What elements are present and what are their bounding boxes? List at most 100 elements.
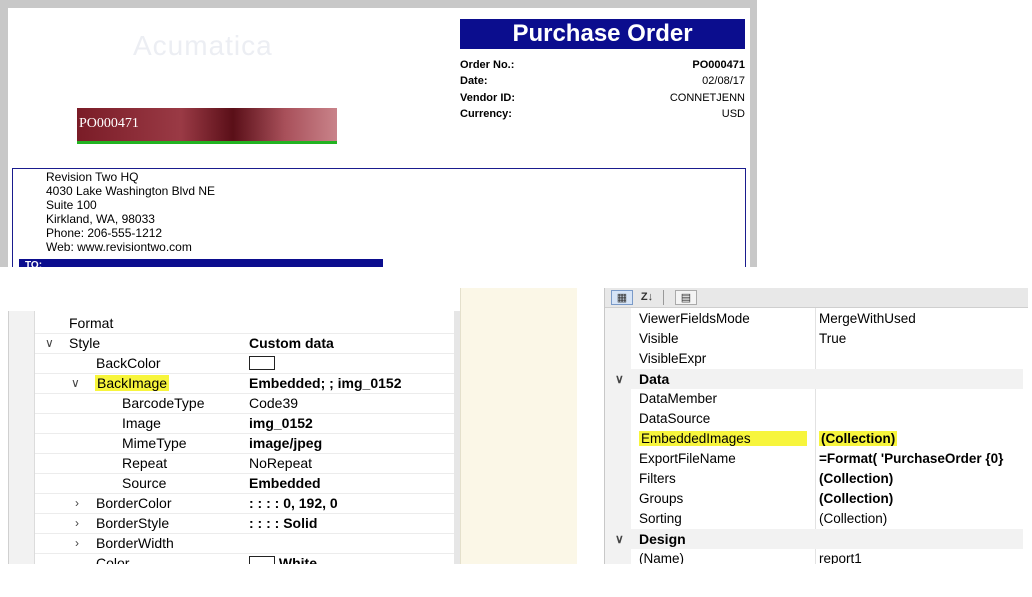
chevron-down-icon[interactable]: ∨ — [71, 376, 80, 390]
property-name: Repeat — [122, 455, 168, 471]
grid-gutter — [9, 311, 35, 564]
currency-value: USD — [721, 108, 745, 120]
property-name: DataMember — [639, 391, 718, 406]
property-value[interactable]: report1 — [819, 551, 862, 564]
property-name: Color — [96, 555, 130, 564]
category-name: Design — [639, 531, 686, 547]
barcode-image[interactable]: PO000471 — [77, 108, 337, 141]
row-divider — [35, 373, 454, 374]
vendor-id-row: Vendor ID: CONNETJENN — [460, 92, 745, 108]
property-pages-icon[interactable]: ▤ — [675, 290, 697, 305]
company-address-box: Revision Two HQ 4030 Lake Washington Blv… — [12, 168, 746, 267]
property-name: BorderWidth — [96, 535, 174, 551]
grid-gutter — [605, 308, 631, 564]
barcode-text: PO000471 — [79, 116, 139, 131]
barcode-border — [77, 141, 337, 144]
property-value[interactable]: : : : : 0, 192, 0 — [249, 495, 338, 511]
currency-label: Currency: — [460, 108, 512, 120]
property-value[interactable]: =Format( 'PurchaseOrder {0} — [819, 451, 1003, 466]
property-name: VisibleExpr — [639, 351, 707, 366]
chevron-right-icon[interactable]: › — [75, 496, 79, 510]
property-value[interactable]: Embedded — [249, 475, 321, 491]
order-no-row: Order No.: PO000471 — [460, 59, 745, 75]
property-value[interactable]: (Collection) — [819, 431, 898, 446]
color-swatch-box — [249, 356, 275, 370]
property-name: DataSource — [639, 411, 711, 426]
color-value-text: White — [278, 555, 317, 564]
column-divider — [815, 308, 816, 564]
address-line: Kirkland, WA, 98033 — [46, 212, 155, 226]
property-value[interactable]: img_0152 — [249, 415, 313, 431]
report-title: Purchase Order — [460, 19, 745, 49]
row-divider — [35, 553, 454, 554]
chevron-down-icon[interactable]: ∨ — [45, 336, 54, 350]
property-value[interactable]: NoRepeat — [249, 455, 312, 471]
property-name: BackColor — [96, 355, 161, 371]
category-design[interactable]: ∨ Design — [605, 529, 1023, 549]
sort-alphabetical-icon[interactable]: Z↓ — [637, 290, 657, 305]
property-name: Style — [69, 335, 101, 351]
property-name: ViewerFieldsMode — [639, 311, 750, 326]
row-divider — [35, 513, 454, 514]
property-value[interactable]: image/jpeg — [249, 435, 322, 451]
property-name: BarcodeType — [122, 395, 205, 411]
row-divider — [35, 493, 454, 494]
property-name: BackImage — [95, 375, 170, 391]
property-value[interactable]: MergeWithUsed — [819, 311, 916, 326]
property-name: EmbeddedImages — [639, 431, 807, 446]
property-name: Source — [122, 475, 167, 491]
address-line: Web: www.revisiontwo.com — [46, 240, 192, 254]
style-property-grid: Format ∨ Style Custom data BackColor ∨ B… — [8, 311, 460, 564]
chevron-down-icon[interactable]: ∨ — [615, 532, 624, 546]
report-page: Acumatica Purchase Order Order No.: PO00… — [8, 8, 750, 267]
category-name: Data — [639, 371, 670, 387]
property-value[interactable]: Code39 — [249, 395, 298, 411]
date-value: 02/08/17 — [702, 75, 745, 87]
date-label: Date: — [460, 75, 488, 87]
property-name: (Name) — [639, 551, 685, 564]
property-value[interactable]: White — [249, 555, 317, 564]
report-property-grid: ▦ Z↓ ▤ ViewerFieldsMode MergeWithUsed Vi… — [604, 288, 1028, 564]
row-divider — [35, 473, 454, 474]
property-name: MimeType — [122, 435, 187, 451]
category-data[interactable]: ∨ Data — [605, 369, 1023, 389]
address-line: Phone: 206-555-1212 — [46, 226, 163, 240]
row-divider — [35, 433, 454, 434]
vendor-id-label: Vendor ID: — [460, 92, 516, 104]
address-line: Suite 100 — [46, 198, 97, 212]
categorized-icon[interactable]: ▦ — [611, 290, 633, 305]
property-value[interactable]: (Collection) — [819, 471, 893, 486]
property-value[interactable]: True — [819, 331, 846, 346]
property-name: Format — [69, 315, 114, 331]
address-line: Revision Two HQ — [46, 170, 139, 184]
property-value[interactable]: Custom data — [249, 335, 334, 351]
property-value[interactable]: Embedded; ; img_0152 — [249, 375, 402, 391]
property-name: BorderStyle — [96, 515, 170, 531]
row-divider — [35, 413, 454, 414]
color-swatch-box — [249, 556, 275, 564]
order-no-value: PO000471 — [692, 59, 745, 71]
currency-row: Currency: USD — [460, 108, 745, 124]
order-no-label: Order No.: — [460, 59, 515, 71]
property-name: Image — [122, 415, 161, 431]
address-line: 4030 Lake Washington Blvd NE — [46, 184, 215, 198]
vendor-id-value: CONNETJENN — [669, 92, 745, 104]
property-value[interactable]: : : : : Solid — [249, 515, 317, 531]
color-swatch[interactable] — [249, 355, 275, 371]
property-value[interactable]: (Collection) — [819, 491, 893, 506]
company-logo: Acumatica — [133, 30, 273, 61]
row-divider — [35, 453, 454, 454]
chevron-right-icon[interactable]: › — [75, 516, 79, 530]
row-divider — [35, 333, 454, 334]
date-row: Date: 02/08/17 — [460, 75, 745, 91]
row-divider — [35, 533, 454, 534]
property-name: Filters — [639, 471, 676, 486]
property-name: Visible — [639, 331, 679, 346]
toolbar-separator — [663, 290, 664, 305]
property-name: Sorting — [639, 511, 682, 526]
property-value[interactable]: (Collection) — [819, 511, 887, 526]
chevron-down-icon[interactable]: ∨ — [615, 372, 624, 386]
row-divider — [35, 353, 454, 354]
property-name: Groups — [639, 491, 684, 506]
chevron-right-icon[interactable]: › — [75, 536, 79, 550]
